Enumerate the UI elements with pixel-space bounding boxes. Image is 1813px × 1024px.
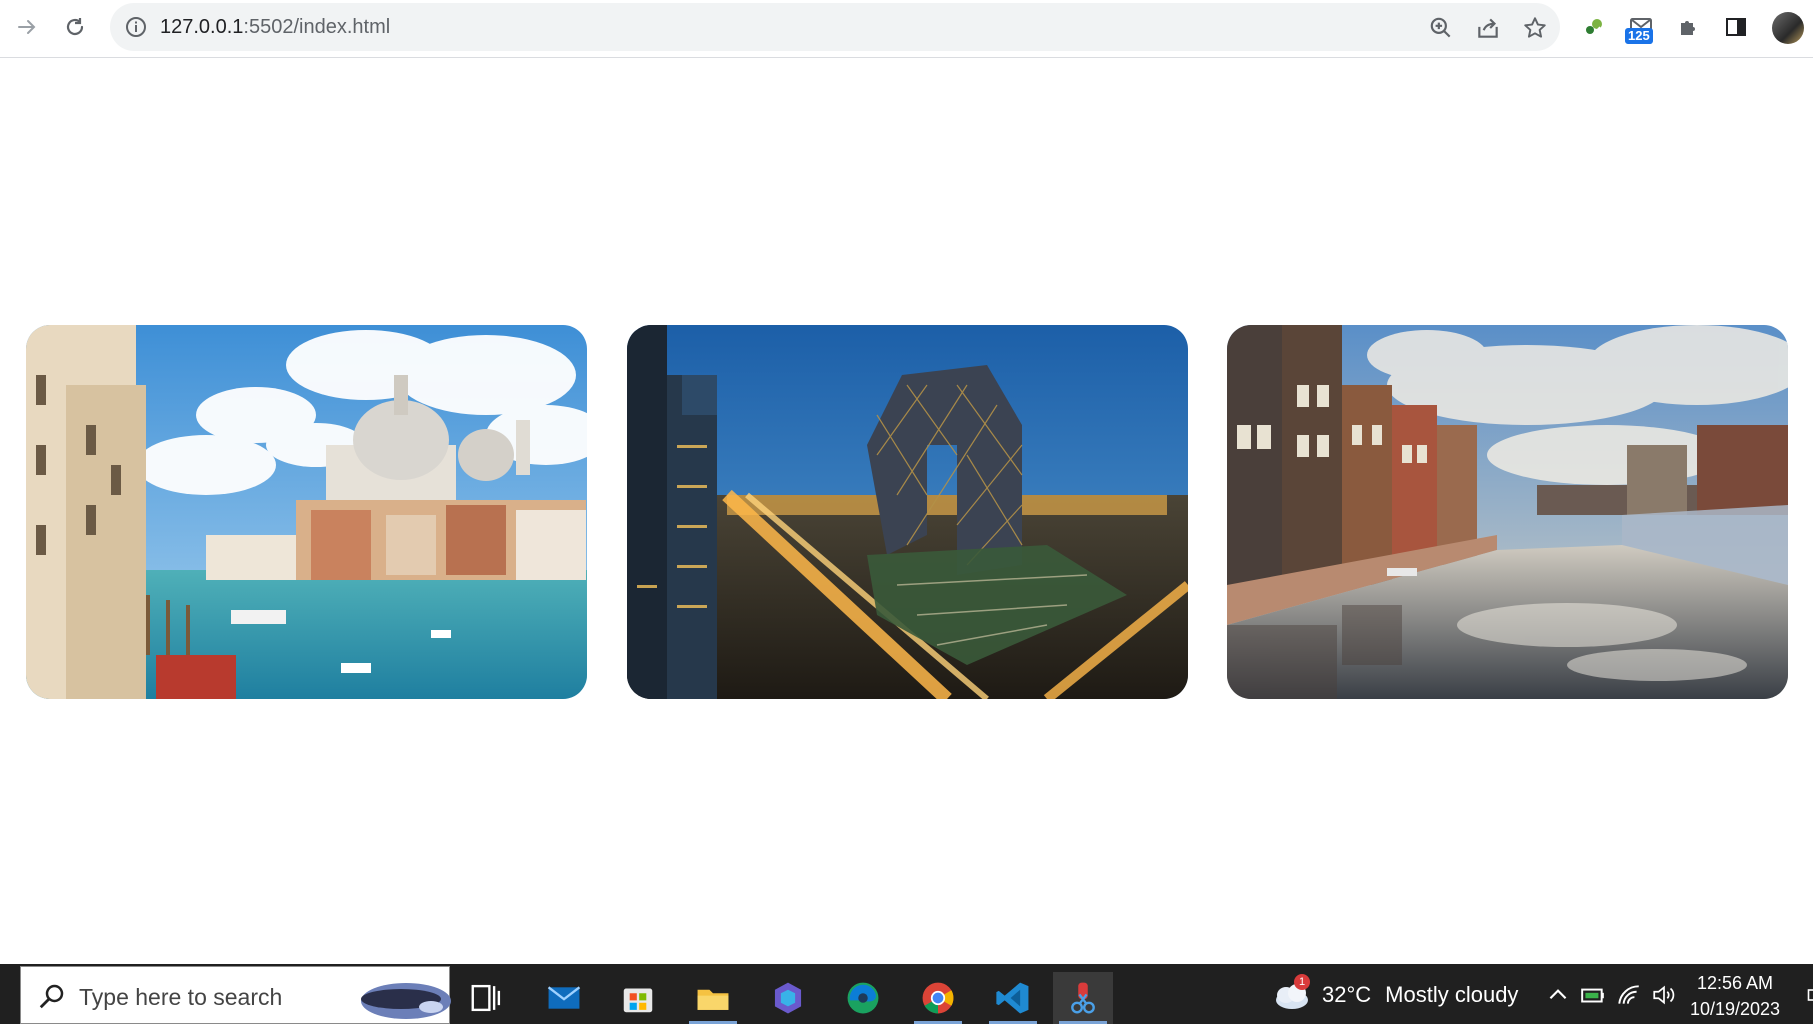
mail-count-badge: 125 <box>1625 28 1653 44</box>
amsterdam-photo <box>1227 325 1788 699</box>
taskbar-store[interactable] <box>608 972 668 1024</box>
reload-button[interactable] <box>56 8 94 46</box>
gallery-image-venice[interactable] <box>26 325 587 699</box>
venice-photo <box>26 325 587 699</box>
search-highlight-art-icon <box>361 983 451 1019</box>
weather-temperature: 32°C <box>1322 982 1372 1007</box>
task-view-icon <box>471 984 501 1012</box>
taskbar-snipping-tool[interactable] <box>1053 972 1113 1024</box>
forward-button[interactable] <box>8 8 46 46</box>
taskbar-copilot[interactable] <box>758 972 818 1024</box>
search-icon <box>39 984 64 1009</box>
notification-icon <box>1807 989 1813 1001</box>
clock-time: 12:56 AM <box>1696 973 1774 993</box>
volume-tray-icon[interactable] <box>1651 982 1677 1008</box>
beijing-photo <box>627 325 1188 699</box>
vscode-icon <box>996 982 1029 1014</box>
extensions-puzzle-icon[interactable] <box>1670 8 1708 46</box>
clock-date: 10/19/2023 <box>1689 999 1781 1019</box>
address-bar[interactable]: 127.0.0.1:5502/index.html <box>110 3 1560 51</box>
windows-taskbar: Type here to search 1 32°C Mostly cloudy <box>0 964 1813 1024</box>
chevron-up-icon <box>1549 989 1567 1000</box>
gallery-image-beijing[interactable] <box>627 325 1188 699</box>
bookmark-star-icon[interactable] <box>1522 15 1548 41</box>
search-placeholder: Type here to search <box>79 984 283 1010</box>
zoom-icon[interactable] <box>1428 15 1454 41</box>
side-panel-icon[interactable] <box>1717 8 1755 46</box>
edge-browser-icon <box>847 982 879 1014</box>
copilot-icon <box>774 982 802 1014</box>
weather-description: Mostly cloudy <box>1385 982 1519 1007</box>
taskbar-chrome[interactable] <box>908 972 968 1024</box>
wifi-tray-icon[interactable] <box>1616 982 1642 1008</box>
chrome-browser-icon <box>922 982 954 1014</box>
notifications-button[interactable] <box>1800 982 1813 1008</box>
url-path: :5502/index.html <box>243 16 391 38</box>
image-gallery <box>0 58 1813 964</box>
url-host: 127.0.0.1 <box>160 16 244 38</box>
store-app-icon <box>623 988 653 1013</box>
url-text[interactable]: 127.0.0.1:5502/index.html <box>160 16 390 39</box>
taskbar-file-explorer[interactable] <box>683 972 743 1024</box>
reload-icon <box>66 18 84 36</box>
task-view-button[interactable] <box>457 972 517 1024</box>
taskbar-vscode[interactable] <box>983 972 1043 1024</box>
taskbar-edge[interactable] <box>833 972 893 1024</box>
weather-widget[interactable]: 1 32°C Mostly cloudy <box>1272 974 1519 1010</box>
forward-arrow-icon <box>18 20 36 34</box>
extension-route-icon[interactable] <box>1575 8 1613 46</box>
share-icon[interactable] <box>1475 15 1501 41</box>
profile-avatar[interactable] <box>1772 12 1804 44</box>
mail-app-icon <box>547 986 581 1009</box>
snipping-tool-icon <box>1071 982 1095 1014</box>
browser-toolbar: 127.0.0.1:5502/index.html 125 <box>0 0 1813 58</box>
taskbar-search-box[interactable]: Type here to search <box>20 966 451 1024</box>
site-info-icon[interactable] <box>124 15 148 39</box>
taskbar-mail[interactable] <box>534 972 594 1024</box>
battery-tray-icon[interactable] <box>1580 982 1606 1008</box>
gallery-image-amsterdam[interactable] <box>1227 325 1788 699</box>
weather-alert-badge: 1 <box>1294 974 1311 990</box>
folder-icon <box>697 989 729 1010</box>
show-hidden-icons-button[interactable] <box>1545 982 1571 1008</box>
system-clock[interactable]: 12:56 AM 10/19/2023 <box>1680 970 1790 1022</box>
